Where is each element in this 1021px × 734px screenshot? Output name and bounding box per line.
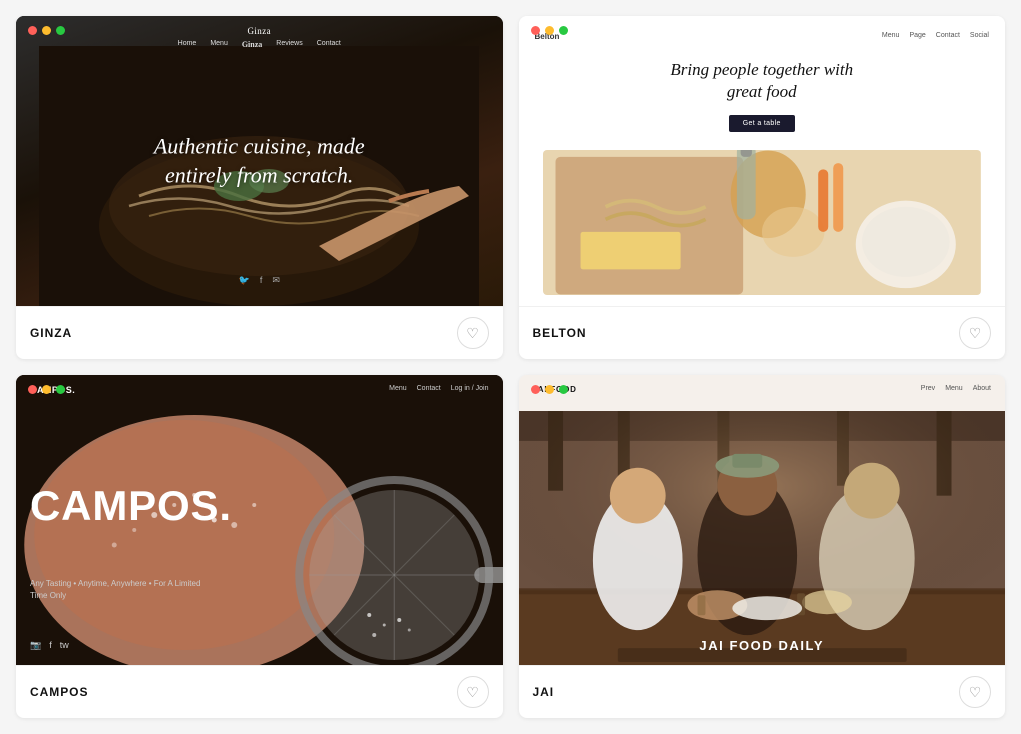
campos-label: CAMPOS bbox=[30, 685, 88, 699]
ginza-card: Ginza Home Menu Ginza Reviews Contact Au… bbox=[16, 16, 503, 359]
dot-green bbox=[56, 26, 65, 35]
ginza-nav-contact: Contact bbox=[317, 40, 341, 49]
jai-scene-svg bbox=[519, 411, 1006, 665]
ginza-favorite-button[interactable]: ♡ bbox=[457, 317, 489, 349]
ginza-mail-icon: ✉ bbox=[272, 275, 280, 286]
belton-nav-menu: Menu bbox=[882, 32, 900, 41]
belton-label: BELTON bbox=[533, 326, 587, 340]
belton-nav-social: Social bbox=[970, 32, 989, 41]
campos-social: 📷 f tw bbox=[30, 640, 69, 651]
dot-yellow bbox=[42, 26, 51, 35]
jai-title: JAI FOOD DAILY bbox=[519, 638, 1006, 653]
ginza-facebook-icon: f bbox=[260, 275, 263, 286]
belton-headline: Bring people together with great food bbox=[670, 59, 853, 103]
ginza-preview: Ginza Home Menu Ginza Reviews Contact Au… bbox=[16, 16, 503, 306]
campos-nav-login: Log in / Join bbox=[451, 385, 489, 395]
campos-instagram-icon: 📷 bbox=[30, 640, 41, 651]
belton-nav: Belton Menu Page Contact Social bbox=[519, 32, 1006, 41]
campos-facebook-icon: f bbox=[49, 640, 52, 651]
campos-nav-links: Menu Contact Log in / Join bbox=[389, 385, 488, 395]
belton-favorite-button[interactable]: ♡ bbox=[959, 317, 991, 349]
campos-footer: CAMPOS ♡ bbox=[16, 665, 503, 718]
belton-nav-contact: Contact bbox=[936, 32, 960, 41]
belton-headline-line1: Bring people together with bbox=[670, 60, 853, 79]
campos-nav-contact: Contact bbox=[417, 385, 441, 395]
dot-yellow bbox=[42, 385, 51, 394]
ginza-nav-links: Home Menu Ginza Reviews Contact bbox=[178, 40, 341, 49]
belton-nav-links: Menu Page Contact Social bbox=[882, 32, 989, 41]
belton-nav-page: Page bbox=[909, 32, 925, 41]
jai-nav-menu: Menu bbox=[945, 385, 963, 394]
dot-green bbox=[559, 385, 568, 394]
campos-browser-dots bbox=[28, 385, 65, 394]
ginza-browser-dots bbox=[28, 26, 65, 35]
jai-scene bbox=[519, 411, 1006, 665]
jai-preview: JAI FOOD Prev Menu About bbox=[519, 375, 1006, 665]
campos-nav-menu: Menu bbox=[389, 385, 407, 395]
belton-cta-button[interactable]: Get a table bbox=[729, 115, 795, 132]
ginza-logo: Ginza bbox=[248, 26, 272, 36]
belton-preview: Belton Menu Page Contact Social Bring pe… bbox=[519, 16, 1006, 306]
jai-footer: JAI ♡ bbox=[519, 665, 1006, 718]
ginza-label: GINZA bbox=[30, 326, 72, 340]
jai-nav-about: About bbox=[973, 385, 991, 394]
belton-food-image bbox=[543, 150, 981, 295]
belton-card: Belton Menu Page Contact Social Bring pe… bbox=[519, 16, 1006, 359]
campos-subtitle-line2: Time Only bbox=[30, 591, 66, 600]
jai-nav-links: Prev Menu About bbox=[921, 385, 991, 394]
campos-subtitle: Any Tasting • Anytime, Anywhere • For A … bbox=[30, 578, 200, 602]
ginza-footer: GINZA ♡ bbox=[16, 306, 503, 359]
campos-nav: CAMPOS. Menu Contact Log in / Join bbox=[16, 375, 503, 405]
dot-yellow bbox=[545, 26, 554, 35]
ginza-nav: Ginza bbox=[16, 16, 503, 42]
belton-food-svg bbox=[543, 150, 981, 295]
campos-preview: CAMPOS. Menu Contact Log in / Join CAMPO… bbox=[16, 375, 503, 665]
dot-green bbox=[559, 26, 568, 35]
campos-twitter-icon: tw bbox=[60, 640, 69, 651]
belton-browser-dots bbox=[531, 26, 568, 35]
ginza-brand-center: Ginza bbox=[242, 40, 262, 49]
template-grid: Ginza Home Menu Ginza Reviews Contact Au… bbox=[16, 16, 1005, 718]
dot-red bbox=[531, 26, 540, 35]
jai-favorite-button[interactable]: ♡ bbox=[959, 676, 991, 708]
jai-nav-prev: Prev bbox=[921, 385, 935, 394]
dot-red bbox=[28, 26, 37, 35]
campos-subtitle-line1: Any Tasting • Anytime, Anywhere • For A … bbox=[30, 579, 200, 588]
ginza-nav-menu: Menu bbox=[210, 40, 228, 49]
belton-headline-line2: great food bbox=[727, 82, 797, 101]
ginza-social: 🐦 f ✉ bbox=[239, 275, 280, 286]
jai-label: JAI bbox=[533, 685, 555, 699]
jai-browser-dots bbox=[531, 385, 568, 394]
dot-red bbox=[531, 385, 540, 394]
dot-red bbox=[28, 385, 37, 394]
ginza-twitter-icon: 🐦 bbox=[239, 275, 250, 286]
ginza-nav-home: Home bbox=[178, 40, 197, 49]
campos-title: CAMPOS. bbox=[30, 485, 232, 527]
belton-footer: BELTON ♡ bbox=[519, 306, 1006, 359]
dot-yellow bbox=[545, 385, 554, 394]
ginza-headline: Authentic cuisine, made entirely from sc… bbox=[119, 132, 399, 189]
jai-card: JAI FOOD Prev Menu About bbox=[519, 375, 1006, 718]
dot-green bbox=[56, 385, 65, 394]
campos-favorite-button[interactable]: ♡ bbox=[457, 676, 489, 708]
jai-nav: JAI FOOD Prev Menu About bbox=[519, 375, 1006, 404]
ginza-nav-reviews: Reviews bbox=[276, 40, 302, 49]
campos-card: CAMPOS. Menu Contact Log in / Join CAMPO… bbox=[16, 375, 503, 718]
